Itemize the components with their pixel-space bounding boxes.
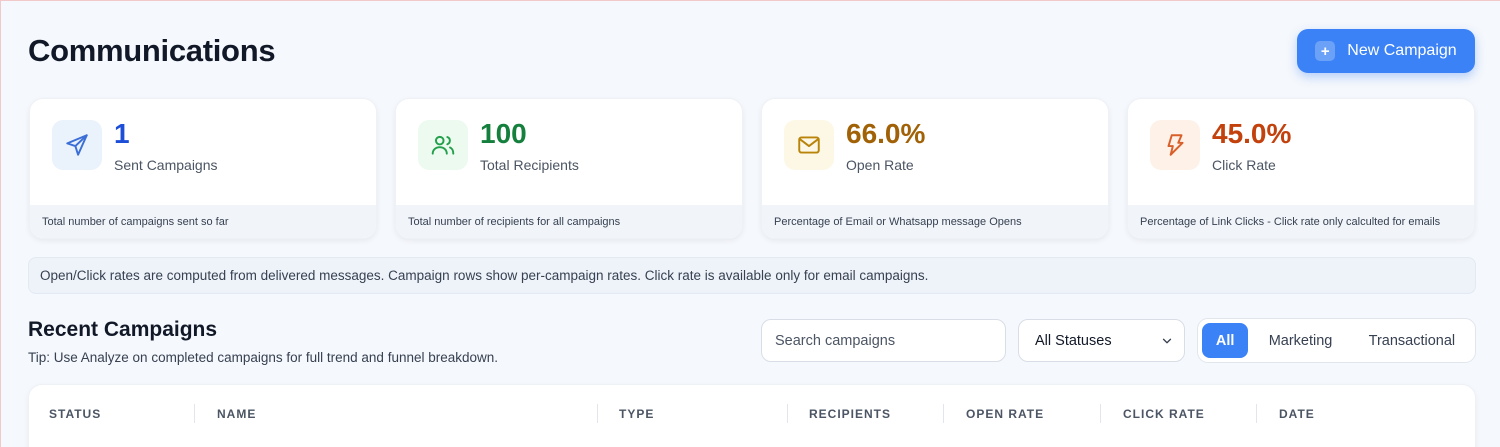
status-select-value: All Statuses <box>1035 332 1112 349</box>
stat-value: 100 <box>480 118 527 149</box>
new-campaign-button[interactable]: + New Campaign <box>1297 29 1475 73</box>
filter-marketing[interactable]: Marketing <box>1250 323 1350 358</box>
column-header-open-rate[interactable]: OPEN RATE <box>966 407 1044 421</box>
stat-value: 1 <box>114 118 130 149</box>
pointer-icon <box>1150 120 1200 170</box>
filter-transactional[interactable]: Transactional <box>1353 323 1471 358</box>
plus-icon: + <box>1315 41 1336 61</box>
column-divider <box>1100 404 1101 423</box>
stat-value: 66.0% <box>846 118 926 149</box>
stat-card-click-rate: 45.0% Click Rate Percentage of Link Clic… <box>1127 98 1475 239</box>
stat-value: 45.0% <box>1212 118 1292 149</box>
column-divider <box>194 404 195 423</box>
stat-label: Open Rate <box>846 157 914 173</box>
stat-card-sent-campaigns: 1 Sent Campaigns Total number of campaig… <box>29 98 377 239</box>
search-input[interactable] <box>761 319 1006 362</box>
page-header: Communications + New Campaign <box>28 29 1475 73</box>
column-header-type[interactable]: TYPE <box>619 407 654 421</box>
column-header-status[interactable]: STATUS <box>49 407 101 421</box>
stat-card-open-rate: 66.0% Open Rate Percentage of Email or W… <box>761 98 1109 239</box>
users-icon <box>418 120 468 170</box>
column-divider <box>597 404 598 423</box>
column-divider <box>1256 404 1257 423</box>
stats-cards: 1 Sent Campaigns Total number of campaig… <box>29 98 1475 239</box>
column-divider <box>943 404 944 423</box>
column-header-recipients[interactable]: RECIPIENTS <box>809 407 891 421</box>
stat-footnote: Percentage of Email or Whatsapp message … <box>762 205 1108 238</box>
stat-footnote: Total number of campaigns sent so far <box>30 205 376 238</box>
info-banner: Open/Click rates are computed from deliv… <box>28 257 1476 294</box>
chevron-down-icon <box>1162 338 1172 343</box>
stat-label: Sent Campaigns <box>114 157 218 173</box>
column-divider <box>787 404 788 423</box>
filter-all[interactable]: All <box>1202 323 1249 358</box>
page-title: Communications <box>28 33 276 68</box>
status-select[interactable]: All Statuses <box>1018 319 1185 362</box>
stat-footnote: Percentage of Link Clicks - Click rate o… <box>1128 205 1474 238</box>
stat-card-total-recipients: 100 Total Recipients Total number of rec… <box>395 98 743 239</box>
new-campaign-label: New Campaign <box>1347 42 1457 59</box>
column-header-date[interactable]: DATE <box>1279 407 1315 421</box>
stat-footnote: Total number of recipients for all campa… <box>396 205 742 238</box>
recent-campaigns-tip: Tip: Use Analyze on completed campaigns … <box>28 350 499 365</box>
recent-campaigns-title: Recent Campaigns <box>28 318 218 341</box>
mail-icon <box>784 120 834 170</box>
column-header-name[interactable]: NAME <box>217 407 256 421</box>
column-header-click-rate[interactable]: CLICK RATE <box>1123 407 1205 421</box>
stat-label: Total Recipients <box>480 157 579 173</box>
send-icon <box>52 120 102 170</box>
campaigns-table: STATUS NAME TYPE RECIPIENTS OPEN RATE CL… <box>28 384 1476 447</box>
type-filter: All Marketing Transactional <box>1197 318 1476 363</box>
stat-label: Click Rate <box>1212 157 1276 173</box>
